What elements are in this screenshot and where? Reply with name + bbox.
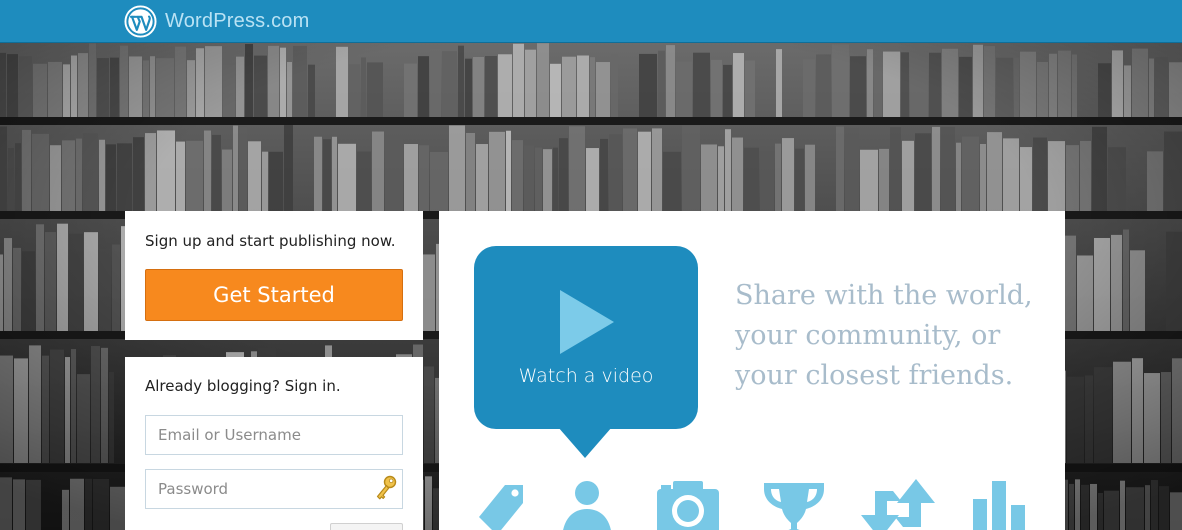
key-icon[interactable] <box>374 475 398 501</box>
stats-icon <box>973 481 1025 530</box>
tagline-line: Share with the world, <box>735 280 1033 311</box>
username-input[interactable] <box>145 415 403 455</box>
tagline-line: your closest friends. <box>735 360 1014 391</box>
trophy-icon <box>764 483 824 530</box>
tagline-line: your community, or <box>735 320 1001 351</box>
camera-icon <box>657 481 719 530</box>
share-arrows-icon <box>861 479 935 530</box>
password-input[interactable] <box>145 469 403 509</box>
person-icon <box>563 481 611 530</box>
brand-name: WordPress.com <box>165 9 310 32</box>
video-bubble-tail <box>558 427 612 458</box>
top-bar: WordPress.com <box>0 0 1182 43</box>
signup-prompt: Sign up and start publishing now. <box>145 232 396 250</box>
wordpress-logo-icon <box>124 4 157 38</box>
feature-icon-row <box>439 477 1065 530</box>
tag-icon <box>479 485 523 530</box>
watch-video-label: Watch a video <box>518 365 654 387</box>
hero-card: Watch a video Share with the world, your… <box>439 211 1065 530</box>
watch-video-button[interactable]: Watch a video <box>474 246 698 429</box>
signin-panel: Already blogging? Sign in. <box>125 357 423 530</box>
signup-panel: Sign up and start publishing now. Get St… <box>125 211 423 340</box>
sign-in-button[interactable] <box>330 523 403 530</box>
brand-link[interactable]: WordPress.com <box>124 4 310 38</box>
play-icon <box>560 290 614 354</box>
signin-prompt: Already blogging? Sign in. <box>145 377 341 395</box>
tagline: Share with the world, your community, or… <box>735 276 1055 396</box>
get-started-button[interactable]: Get Started <box>145 269 403 321</box>
